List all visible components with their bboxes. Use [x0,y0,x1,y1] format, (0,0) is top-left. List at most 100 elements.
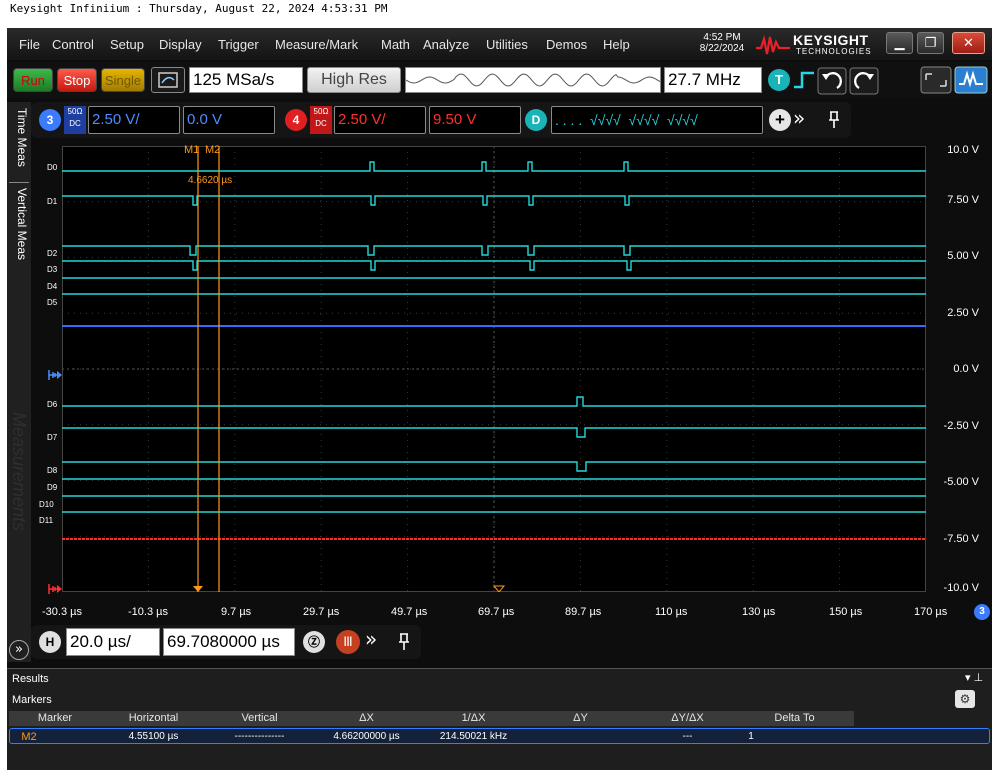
ch3-coupling[interactable]: 50Ω DC [64,106,86,134]
minimize-button[interactable]: ▁ [886,32,913,54]
label-d9: D9 [47,483,58,492]
ch3-scale-field[interactable]: 2.50 V/ [88,106,180,134]
t-tick-label: 9.7 µs [221,606,252,618]
close-icon: ✕ [963,36,974,51]
collapse-panel-button[interactable]: » [9,640,29,660]
toolbar: Run Stop Single 125 MSa/s High Res 27.7 … [7,62,992,98]
stop-button[interactable]: Stop [57,68,97,92]
ch3-ground-marker-icon[interactable] [47,368,63,382]
run-button[interactable]: Run [13,68,53,92]
bandwidth-field[interactable]: 27.7 MHz [664,67,762,93]
acquisition-mode-button[interactable]: High Res [307,67,401,93]
zoom-fit-icon[interactable] [920,66,952,94]
menu-help[interactable]: Help [603,37,630,52]
time-scale-field[interactable]: 20.0 µs/ [66,628,160,656]
cell-inv-delta-x: 214.50021 kHz [439,731,508,742]
t-tick-label: 89.7 µs [565,606,602,618]
clock: 4:52 PM 8/22/2024 [687,32,757,54]
label-d2: D2 [47,249,58,258]
close-button[interactable]: ✕ [952,32,985,54]
cell-delta-to: 1 [748,731,754,742]
menu-file[interactable]: File [19,37,40,52]
undo-icon[interactable] [817,67,847,95]
tab-vertical-meas[interactable]: Vertical Meas [9,188,29,260]
auto-wave-icon[interactable] [954,66,988,94]
horizontal-pin-icon[interactable] [397,632,411,652]
single-button[interactable]: Single [101,68,145,92]
digital-pattern-field[interactable]: . . . . √√√√ √√√√ √√√√ [551,106,763,134]
menu-trigger[interactable]: Trigger [218,37,259,52]
brand-logo: KEYSIGHT [793,32,869,48]
col-inv-delta-x: 1/ΔX [461,712,486,724]
sample-rate-field[interactable]: 125 MSa/s [189,67,303,93]
time-position-field[interactable]: 69.7080000 µs [163,628,295,656]
time-axis-ch3-badge[interactable]: 3 [974,604,990,620]
trigger-badge[interactable]: T [768,69,790,91]
col-delta-y-over-delta-x: ΔY/ΔX [671,712,704,724]
col-delta-y: ΔY [573,712,588,724]
maximize-button[interactable]: ❐ [917,32,944,54]
menu-display[interactable]: Display [159,37,202,52]
rising-edge-trigger-icon[interactable] [791,69,817,91]
label-d10: D10 [39,500,54,509]
v-tick-label: -5.00 V [943,476,979,488]
markers-section-label: Markers [12,694,52,706]
overview-wave-icon [405,73,661,87]
menu-analyze[interactable]: Analyze [423,37,469,52]
waveform-canvas[interactable] [62,146,926,593]
auto-scale-icon [158,72,178,88]
t-tick-label: 29.7 µs [303,606,340,618]
redo-icon[interactable] [849,67,879,95]
label-d0: D0 [47,163,58,172]
results-divider [7,668,992,669]
segment-navigation-button[interactable]: ||| [336,630,360,654]
menu-demos[interactable]: Demos [546,37,587,52]
ch4-coupling[interactable]: 50Ω DC [310,106,332,134]
menu-math[interactable]: Math [381,37,410,52]
clock-time: 4:52 PM [703,32,741,43]
expand-chevron-icon[interactable]: » [793,106,805,130]
digital-badge[interactable]: D [525,109,547,131]
add-channel-button[interactable]: + [769,109,791,131]
v-tick-label: -2.50 V [943,420,979,432]
expand-horizontal-chevron-icon[interactable]: » [365,627,377,651]
ch4-offset-field[interactable]: 9.50 V [429,106,521,134]
v-tick-label: 7.50 V [947,194,979,206]
tab-time-meas[interactable]: Time Meas [9,108,29,167]
overview-waveform-panel[interactable] [405,67,661,93]
menu-measure-mark[interactable]: Measure/Mark [275,37,358,52]
results-collapse-icon[interactable]: ▾ ⊥ [965,671,983,684]
settings-gear-icon[interactable]: ⚙ [955,690,975,708]
v-tick-label: -7.50 V [943,533,979,545]
plus-icon: + [775,110,785,129]
zoom-button[interactable]: Ⓩ [303,631,325,653]
window-caption: Keysight Infiniium : Thursday, August 22… [10,2,388,15]
t-tick-label: -30.3 µs [42,606,82,618]
waveform-display[interactable] [62,146,926,593]
ch4-scale-field[interactable]: 2.50 V/ [334,106,426,134]
pin-icon[interactable] [827,110,841,130]
ch4-badge[interactable]: 4 [285,109,307,131]
ch4-impedance: 50Ω [313,107,329,116]
brand-subtitle: TECHNOLOGIES [796,47,872,56]
auto-scale-button[interactable] [151,67,185,93]
menu-control[interactable]: Control [52,37,94,52]
t-tick-label: 150 µs [829,606,863,618]
ch3-badge[interactable]: 3 [39,109,61,131]
ch3-dc: DC [69,119,81,128]
cell-marker: M2 [21,731,37,743]
restore-icon: ❐ [924,36,937,51]
menu-utilities[interactable]: Utilities [486,37,528,52]
marker-m1-label[interactable]: M1 [184,144,199,156]
horizontal-badge[interactable]: H [39,631,61,653]
ch3-impedance: 50Ω [67,107,83,116]
menu-setup[interactable]: Setup [110,37,144,52]
keysight-wave-logo-icon [756,34,790,55]
t-tick-label: 170 µs [914,606,948,618]
ch4-ground-marker-icon[interactable] [47,582,63,596]
label-d3: D3 [47,265,58,274]
marker-m2-label[interactable]: M2 [205,144,220,156]
zoom-icon: Ⓩ [307,635,320,649]
ch3-offset-field[interactable]: 0.0 V [183,106,275,134]
horizontal-bar: H 20.0 µs/ 69.7080000 µs Ⓩ ||| » [31,625,421,659]
